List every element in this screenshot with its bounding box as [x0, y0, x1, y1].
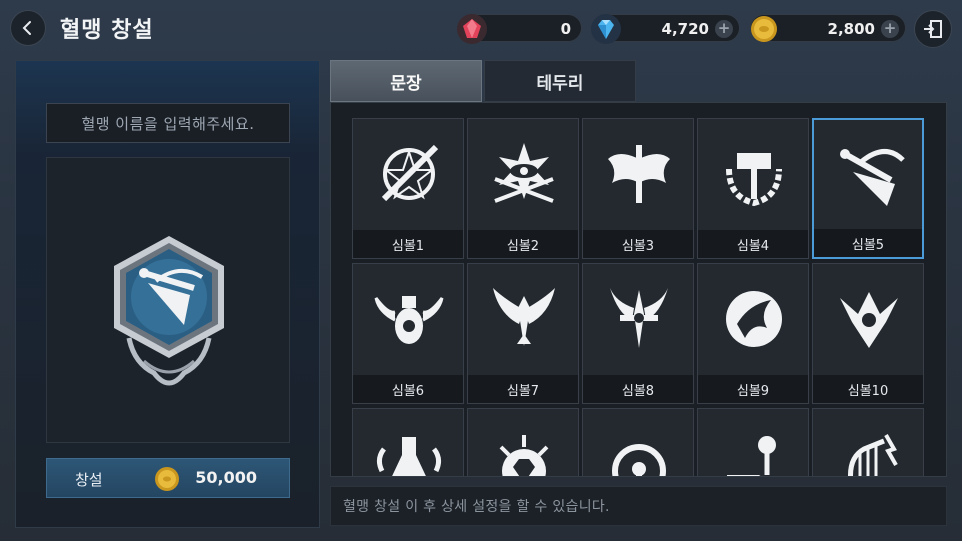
winged-shield-icon [840, 149, 905, 206]
ornate-circle-icon [612, 444, 666, 476]
eagle-icon [493, 288, 555, 346]
clan-emblem-preview-icon [114, 236, 224, 386]
hammer-laurel-icon [726, 153, 782, 207]
eye-swords-icon [494, 143, 554, 203]
clan-name-input[interactable]: 혈맹 이름을 입력해주세요. [46, 103, 290, 143]
chevron-left-icon [22, 21, 31, 35]
currency-gold: 2,800 + [750, 14, 906, 42]
gold-coin-icon [155, 467, 179, 491]
exit-door-icon [924, 20, 942, 38]
red-gem-icon [457, 14, 487, 44]
create-cost: 50,000 [195, 468, 257, 487]
symbol-label: 심볼1 [353, 230, 463, 258]
symbol-option[interactable] [697, 408, 809, 476]
symbol-label: 심볼2 [468, 230, 578, 258]
symbol-option[interactable] [812, 408, 924, 476]
phoenix-circle-icon [726, 291, 782, 347]
gold-coin-icon [751, 16, 777, 42]
tribal-crest-icon [840, 292, 898, 348]
symbol-option[interactable]: 심볼7 [467, 263, 579, 404]
symbol-option[interactable]: 심볼2 [467, 118, 579, 259]
symbol-label: 심볼8 [583, 375, 693, 403]
symbol-option[interactable]: 심볼8 [582, 263, 694, 404]
symbol-label: 심볼5 [814, 229, 922, 257]
symbol-grid: 심볼1 심볼2 심볼3 심볼4 심볼5 심볼6 심볼7 심볼8 심볼9 심볼10 [330, 102, 947, 477]
add-gold-button[interactable]: + [881, 20, 899, 38]
symbol-option[interactable]: 심볼3 [582, 118, 694, 259]
mace-boot-icon [727, 436, 776, 476]
flask-icon [376, 437, 442, 476]
vase-wings-icon [374, 296, 444, 344]
currency-value: 2,800 [827, 20, 875, 38]
symbol-option[interactable]: 심볼10 [812, 263, 924, 404]
tab-emblem[interactable]: 문장 [330, 60, 482, 102]
create-label: 창설 [75, 471, 103, 489]
symbol-label: 심볼6 [353, 375, 463, 403]
symbol-option[interactable] [467, 408, 579, 476]
back-button[interactable] [10, 10, 46, 46]
clan-preview-panel: 혈맹 이름을 입력해주세요. 창설 50,000 [15, 60, 320, 528]
symbol-option[interactable]: 심볼1 [352, 118, 464, 259]
symbol-option[interactable] [352, 408, 464, 476]
symbol-label: 심볼9 [698, 375, 808, 403]
add-diamond-button[interactable]: + [715, 20, 733, 38]
symbol-label: 심볼3 [583, 230, 693, 258]
currency-red-gem: 0 [457, 14, 582, 44]
dragon-wings-icon [608, 145, 670, 203]
symbol-label: 심볼7 [468, 375, 578, 403]
emblem-preview [46, 157, 290, 443]
symbol-option[interactable]: 심볼9 [697, 263, 809, 404]
currency-diamond: 4,720 + [591, 14, 740, 44]
currency-value: 0 [560, 20, 571, 38]
symbol-label: 심볼10 [813, 375, 923, 403]
blue-diamond-icon [591, 14, 621, 44]
harp-icon [848, 434, 898, 476]
symbol-option[interactable]: 심볼5 [812, 118, 924, 259]
exit-button[interactable] [914, 10, 952, 48]
symbol-label: 심볼4 [698, 230, 808, 258]
tab-border[interactable]: 테두리 [484, 60, 636, 102]
pentagram-sword-icon [381, 144, 439, 202]
currency-value: 4,720 [661, 20, 709, 38]
symbol-option[interactable] [582, 408, 694, 476]
hint-text: 혈맹 창설 이 후 상세 설정을 할 수 있습니다. [330, 486, 947, 526]
page-title: 혈맹 창설 [60, 18, 154, 43]
symbol-option[interactable]: 심볼6 [352, 263, 464, 404]
top-bar: 혈맹 창설 0 4,720 + 2,800 + [0, 0, 962, 54]
symbol-option[interactable]: 심볼4 [697, 118, 809, 259]
winged-cross-icon [610, 288, 668, 348]
create-clan-button[interactable]: 창설 50,000 [46, 458, 290, 498]
sun-gem-icon [499, 435, 549, 476]
